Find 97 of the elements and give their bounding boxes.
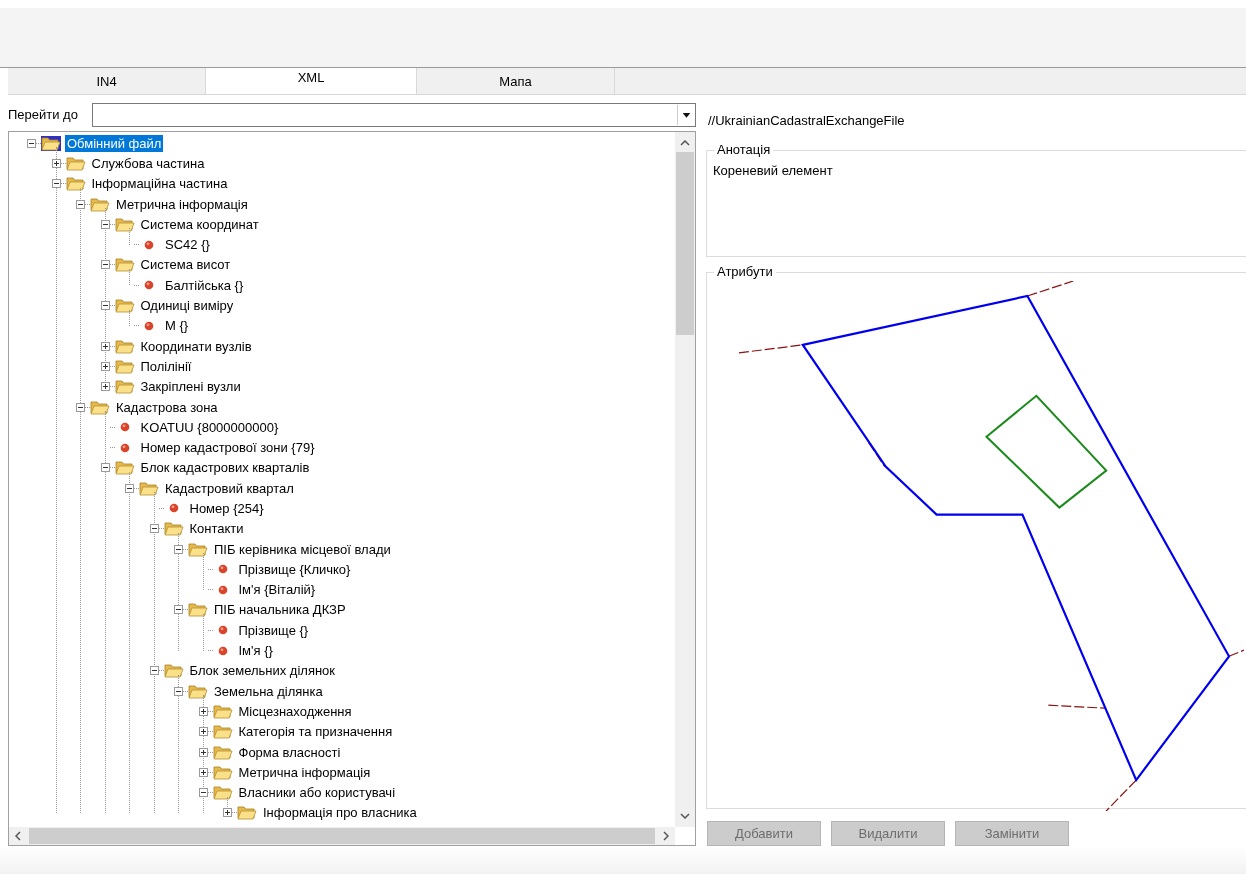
folder-icon [139,480,159,496]
tree-item[interactable]: Земельна ділянка [212,682,325,700]
tree-item[interactable]: Службова частина [89,154,207,172]
chevron-down-icon[interactable] [680,813,690,819]
tree-item[interactable]: Категорія та призначення [236,723,395,741]
tree-item[interactable]: Блок кадастрових кварталів [138,459,312,477]
group-title: Атрибути [714,264,776,281]
tree-item[interactable]: Номер {254} [187,500,266,517]
tree-item[interactable]: Інформаційна частина [89,175,230,193]
collapse-icon[interactable] [100,260,110,270]
folder-icon [237,805,257,821]
folder-icon [212,724,233,740]
tree-item[interactable]: Обмінний файл [65,134,164,152]
folder-icon [114,338,135,354]
tree-item[interactable]: Одиниці виміру [138,297,236,314]
tree-item[interactable]: Форма власності [236,743,343,761]
tree-item[interactable]: Закріплені вузли [138,378,243,396]
folder-icon [163,663,184,679]
tree-item[interactable]: KOATUU {8000000000} [138,418,281,436]
collapse-icon[interactable] [100,301,110,310]
collapse-icon[interactable] [198,788,208,798]
group-title: Анотація [714,142,774,158]
folder-icon [114,216,135,232]
chevron-left-icon[interactable] [15,831,21,841]
tab[interactable]: XML [206,68,417,94]
tree-item[interactable]: Система координат [138,215,261,233]
horizontal-scrollbar[interactable] [9,827,675,845]
tree-item[interactable]: Прізвище {Кличко} [236,560,353,578]
collapse-icon[interactable] [149,524,159,534]
expand-icon[interactable] [100,361,110,371]
folder-icon [90,399,110,415]
folder-icon [212,744,233,760]
scrollbar-thumb[interactable] [676,152,694,335]
tree-item[interactable]: Власники або користувачі [236,784,398,802]
folder-icon [114,460,135,476]
tree-item[interactable]: SC42 {} [163,236,212,254]
expand-icon[interactable] [198,767,208,777]
scrollbar-thumb[interactable] [29,828,655,844]
goto-label: Перейти до [8,106,78,125]
tree-item[interactable]: Кадастрова зона [114,398,220,416]
collapse-icon[interactable] [76,402,85,412]
annotation-text: Кореневий елемент [713,163,833,178]
tree-item[interactable]: Система висот [138,256,233,274]
expand-icon[interactable] [198,747,208,757]
tree-item[interactable]: M {} [163,317,191,335]
tree-item[interactable]: Блок земельних ділянок [187,662,338,680]
chevron-right-icon[interactable] [663,831,669,841]
expand-icon[interactable] [100,382,110,392]
expand-icon[interactable] [198,706,208,716]
folder-icon [212,703,233,719]
folder-icon [114,358,135,374]
collapse-icon[interactable] [51,179,61,189]
folder-icon [188,541,208,557]
folder-icon [212,785,233,801]
tree-item[interactable]: Балтійська {} [163,276,246,294]
folder-icon [65,155,86,171]
tree-item[interactable]: ПІБ керівника місцевої влади [212,540,393,558]
tree-item[interactable]: Контакти [187,520,246,538]
folder-icon [114,298,135,313]
folder-icon [114,379,135,395]
tree-item[interactable]: Прізвище {} [236,621,311,639]
collapse-icon[interactable] [100,463,110,473]
tree-item[interactable]: Метрична інформація [236,763,373,781]
tree-item[interactable]: Номер кадастрової зони {79} [138,439,317,457]
tree-item[interactable]: ПІБ начальника ДКЗР [212,601,348,619]
folder-icon [212,764,233,780]
chevron-up-icon[interactable] [680,140,690,146]
collapse-icon[interactable] [174,686,183,696]
tree-item[interactable]: Ім'я {} [236,642,275,660]
folder-icon [65,176,86,192]
expand-icon[interactable] [51,158,61,168]
tree-item[interactable]: Місцезнаходження [236,702,354,720]
folder-icon [41,135,61,151]
collapse-icon[interactable] [100,219,110,229]
collapse-icon[interactable] [27,138,36,148]
expand-icon[interactable] [223,808,232,818]
expand-icon[interactable] [100,341,110,351]
folder-icon [188,683,208,699]
tree-item[interactable]: Метрична інформація [114,195,250,213]
tree-item[interactable]: Інформація про власника [261,804,419,822]
collapse-icon[interactable] [149,666,159,676]
collapse-icon[interactable] [174,605,183,615]
vertical-scrollbar[interactable] [675,132,695,827]
goto-dropdown[interactable] [91,103,696,127]
tree-item[interactable]: Кадастровий квартал [163,479,296,497]
collapse-icon[interactable] [76,199,85,209]
tree-item[interactable]: Координати вузлів [138,337,254,355]
folder-icon [188,602,208,618]
tree-item[interactable]: Полілінії [138,357,194,375]
expand-icon[interactable] [198,727,208,737]
folder-icon [90,196,110,212]
folder-icon [114,257,135,273]
folder-icon [163,521,184,537]
collapse-icon[interactable] [174,544,183,554]
collapse-icon[interactable] [125,483,134,493]
tree-item[interactable]: Ім'я {Віталій} [236,581,318,599]
element-path: //UkrainianCadastralExchangeFile [708,112,906,129]
